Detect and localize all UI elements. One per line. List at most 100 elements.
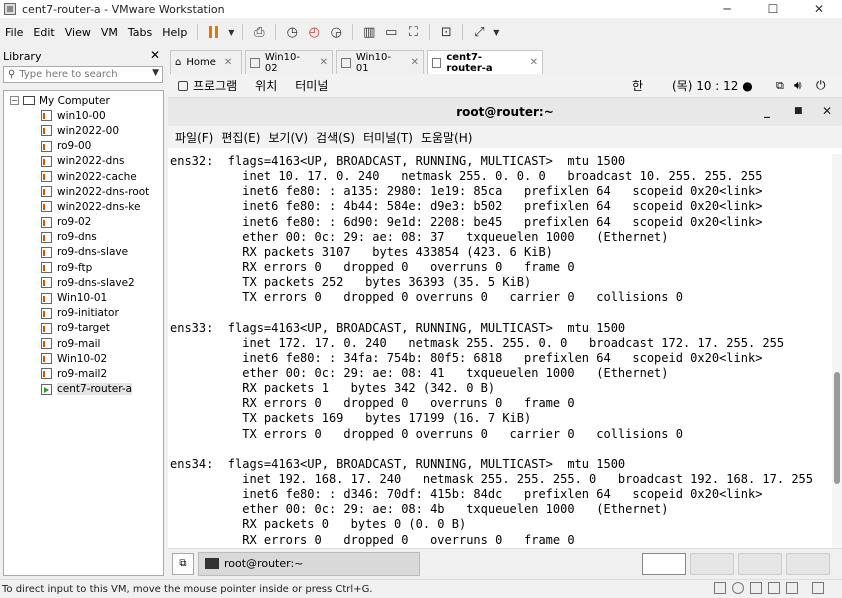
workspace-3[interactable]	[738, 553, 782, 575]
input-method-indicator[interactable]: 한	[632, 77, 643, 94]
hard-disk-icon[interactable]	[714, 582, 726, 594]
terminal-menu-search[interactable]: 검색(S)	[316, 129, 355, 146]
workspace-2[interactable]	[690, 553, 734, 575]
tab-win10-02[interactable]: Win10-02 ✕	[245, 50, 333, 74]
maximize-icon[interactable]: ☐	[750, 0, 796, 18]
terminal-close-icon[interactable]: ✕	[822, 104, 832, 118]
toolbar-separator	[429, 24, 431, 40]
menu-bar: File Edit View VM Tabs Help ▼ ⎙ ◷ ◴ ◶ ▥ …	[0, 20, 842, 44]
scrollbar-thumb[interactable]	[834, 372, 840, 484]
power-icon[interactable]: ⏻	[816, 78, 826, 93]
tree-item-vm[interactable]: ro9-mail2	[4, 366, 163, 381]
gnome-terminal-menu[interactable]: 터미널	[295, 77, 328, 94]
terminal-line: TX packets 252 bytes 36393 (35. 5 KiB)	[170, 275, 532, 290]
tree-item-vm[interactable]: win2022-dns	[4, 154, 163, 169]
library-search-input[interactable]: ⚲ Type here to search ▼	[3, 66, 163, 83]
suspend-icon[interactable]	[203, 22, 225, 42]
show-desktop-icon[interactable]: ⧉	[172, 552, 194, 575]
power-dropdown-icon[interactable]: ▼	[225, 22, 237, 42]
network-adapter-icon[interactable]	[750, 582, 762, 594]
tab-close-icon[interactable]: ✕	[411, 57, 419, 68]
menu-vm[interactable]: VM	[96, 26, 123, 39]
menu-tabs[interactable]: Tabs	[123, 26, 157, 39]
collapse-icon[interactable]: −	[10, 96, 19, 106]
terminal-maximize-icon[interactable]: ■	[794, 106, 803, 116]
tree-item-vm-selected[interactable]: cent7-router-a	[4, 382, 163, 397]
menu-help[interactable]: Help	[157, 26, 192, 39]
workspace-4[interactable]	[786, 553, 830, 575]
terminal-menu-view[interactable]: 보기(V)	[268, 129, 308, 146]
tab-win10-01[interactable]: Win10-01 ✕	[336, 50, 424, 74]
terminal-icon	[205, 558, 219, 569]
tree-item-vm[interactable]: win2022-cache	[4, 169, 163, 184]
terminal-scrollbar[interactable]	[832, 154, 842, 548]
tree-item-vm[interactable]: ro9-dns	[4, 230, 163, 245]
stretch-guest-icon[interactable]: ⤢	[468, 22, 490, 42]
tree-item-vm[interactable]: ro9-dns-slave2	[4, 275, 163, 290]
network-icon[interactable]: ⧉	[776, 79, 784, 93]
revert-snapshot-icon[interactable]: ◴	[303, 22, 325, 42]
workspace-1[interactable]	[642, 553, 686, 575]
network-adapter-3-icon[interactable]	[786, 582, 798, 594]
terminal-line: inet6 fe80: : 34fa: 754b: 80f5: 6818 pre…	[170, 350, 763, 365]
tree-root-my-computer[interactable]: − My Computer	[4, 93, 163, 108]
full-screen-icon[interactable]: ⛶	[402, 22, 424, 42]
stretch-dropdown-icon[interactable]: ▼	[490, 22, 502, 42]
terminal-title-bar: root@router:~ _ ■ ✕	[168, 98, 842, 126]
terminal-line: ether 00: 0c: 29: ae: 08: 41 txqueuelen …	[170, 365, 669, 380]
tree-item-vm[interactable]: win2022-dns-ke	[4, 199, 163, 214]
vm-icon	[41, 125, 52, 137]
tree-item-vm[interactable]: ro9-02	[4, 215, 163, 230]
terminal-menu-file[interactable]: 파일(F)	[175, 129, 213, 146]
volume-icon[interactable]: 🔊︎	[794, 78, 802, 93]
menu-view[interactable]: View	[60, 26, 96, 39]
minimize-icon[interactable]: ─	[704, 0, 750, 18]
tab-close-icon[interactable]: ✕	[530, 57, 538, 68]
thumbnail-bar-icon[interactable]: ▭	[380, 22, 402, 42]
tree-item-vm[interactable]: ro9-00	[4, 139, 163, 154]
menu-file[interactable]: File	[0, 26, 28, 39]
tree-item-vm[interactable]: Win10-02	[4, 351, 163, 366]
send-ctrl-alt-del-icon[interactable]: ⎙	[248, 22, 270, 42]
tree-item-vm[interactable]: ro9-initiator	[4, 306, 163, 321]
status-text: To direct input to this VM, move the mou…	[2, 583, 373, 595]
snapshot-icon[interactable]: ◷	[281, 22, 303, 42]
tab-close-icon[interactable]: ✕	[224, 57, 232, 68]
show-library-icon[interactable]: ▥	[358, 22, 380, 42]
tree-item-vm[interactable]: ro9-target	[4, 321, 163, 336]
tree-item-vm[interactable]: ro9-dns-slave	[4, 245, 163, 260]
library-close-icon[interactable]: ✕	[150, 48, 160, 62]
terminal-output[interactable]: ens32: flags=4163<UP, BROADCAST, RUNNING…	[168, 154, 830, 548]
gnome-applications-menu[interactable]: 프로그램	[178, 77, 237, 94]
vm-console[interactable]: 프로그램 위치 터미널 한 (목) 10 : 12 ● ⧉ 🔊︎ ⏻ root@…	[168, 74, 842, 548]
tree-item-vm[interactable]: ro9-mail	[4, 336, 163, 351]
tab-close-icon[interactable]: ✕	[320, 57, 328, 68]
clock[interactable]: (목) 10 : 12 ●	[672, 77, 753, 94]
snapshot-manager-icon[interactable]: ◶	[325, 22, 347, 42]
menu-edit[interactable]: Edit	[28, 26, 59, 39]
tab-home[interactable]: ⌂ Home ✕	[170, 50, 242, 74]
terminal-menu-bar: 파일(F) 편집(E) 보기(V) 검색(S) 터미널(T) 도움말(H)	[168, 126, 842, 148]
network-adapter-2-icon[interactable]	[768, 582, 780, 594]
terminal-line: ether 00: 0c: 29: ae: 08: 37 txqueuelen …	[170, 229, 669, 244]
tree-item-vm[interactable]: ro9-ftp	[4, 260, 163, 275]
terminal-minimize-icon[interactable]: _	[764, 104, 770, 118]
cd-dvd-icon[interactable]	[732, 582, 744, 594]
gnome-top-bar: 프로그램 위치 터미널 한 (목) 10 : 12 ● ⧉ 🔊︎ ⏻	[168, 74, 842, 98]
tree-item-vm[interactable]: win2022-00	[4, 123, 163, 138]
tab-cent7-router-a[interactable]: cent7-router-a ✕	[427, 50, 543, 74]
running-vm-icon	[432, 57, 442, 68]
terminal-menu-edit[interactable]: 편집(E)	[221, 129, 260, 146]
console-view-icon[interactable]: ⊡	[435, 22, 457, 42]
tree-item-vm[interactable]: win2022-dns-root	[4, 184, 163, 199]
tree-item-vm[interactable]: Win10-01	[4, 290, 163, 305]
message-log-icon[interactable]	[812, 582, 824, 594]
close-icon[interactable]: ✕	[796, 0, 842, 18]
terminal-menu-terminal[interactable]: 터미널(T)	[363, 129, 413, 146]
terminal-menu-help[interactable]: 도움말(H)	[421, 129, 473, 146]
taskbar-item-terminal[interactable]: root@router:~	[198, 551, 420, 576]
gnome-places-menu[interactable]: 위치	[255, 77, 277, 94]
search-dropdown-icon[interactable]: ▼	[152, 68, 159, 78]
tree-item-vm[interactable]: win10-00	[4, 108, 163, 123]
